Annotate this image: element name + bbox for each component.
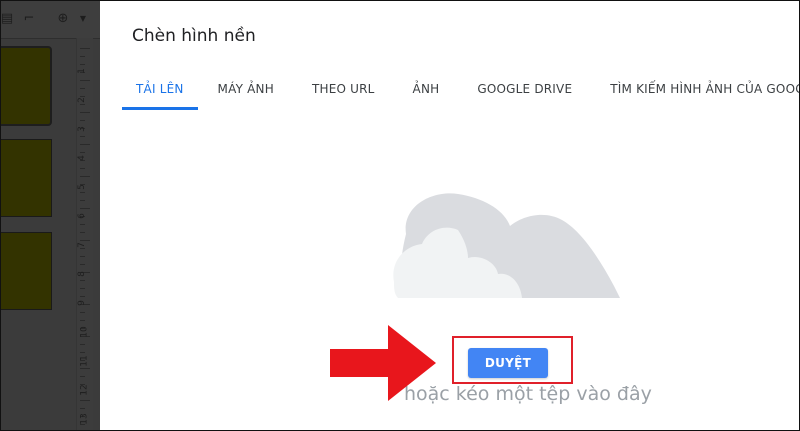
drop-hint: hoặc kéo một tệp vào đây <box>404 383 652 405</box>
ruler-number: 13 <box>79 413 90 425</box>
editor-toolbar: ▤ ⌐ ⊕ ▼ <box>0 0 100 39</box>
ruler-number: 9 <box>76 300 87 306</box>
ruler-tick <box>80 344 85 345</box>
ruler-number: 12 <box>79 384 90 396</box>
ruler-tick <box>80 288 85 289</box>
ruler-tick <box>80 192 85 193</box>
ruler-number: 4 <box>76 155 87 161</box>
tab-upload[interactable]: TẢI LÊN <box>122 80 198 110</box>
ruler-tick <box>80 408 85 409</box>
ruler-tick <box>80 88 85 89</box>
ruler-tick <box>80 112 90 113</box>
insert-background-dialog: Chèn hình nền TẢI LÊN MÁY ẢNH THEO URL Ả… <box>100 0 800 431</box>
ruler-number: 8 <box>76 271 87 277</box>
ruler-tick <box>80 376 85 377</box>
ruler-number: 6 <box>76 213 87 219</box>
highlight-box <box>452 336 573 384</box>
slide-thumbnails <box>0 38 62 431</box>
ruler-tick <box>80 280 85 281</box>
chevron-down-icon[interactable]: ▼ <box>76 12 90 26</box>
ruler-number: 7 <box>76 242 87 248</box>
vertical-ruler: 1 2 3 4 5 6 7 8 9 10 11 12 13 <box>76 38 93 431</box>
tab-google-drive[interactable]: GOOGLE DRIVE <box>477 80 572 110</box>
ruler-tick <box>80 312 85 313</box>
background-editor: ▤ ⌐ ⊕ ▼ 1 2 3 4 5 6 7 8 9 10 11 12 13 <box>0 0 100 431</box>
ruler-tick <box>80 208 90 209</box>
ruler-number: 3 <box>76 126 87 132</box>
ruler-tick <box>80 64 85 65</box>
ruler-tick <box>80 224 85 225</box>
dialog-title: Chèn hình nền <box>132 26 256 46</box>
slide-thumbnail[interactable] <box>0 139 52 217</box>
slide-thumbnail[interactable] <box>0 232 52 310</box>
tab-photos[interactable]: ẢNH <box>413 80 440 110</box>
ruler-tick <box>80 176 90 177</box>
ruler-tick <box>80 248 85 249</box>
ruler-tick <box>80 80 90 81</box>
ruler-number: 10 <box>79 326 90 338</box>
zoom-icon[interactable]: ⊕ <box>56 12 70 26</box>
dialog-tabs: TẢI LÊN MÁY ẢNH THEO URL ẢNH GOOGLE DRIV… <box>122 80 800 110</box>
ruler-tick <box>80 240 90 241</box>
ruler-number: 1 <box>76 68 87 74</box>
ruler-tick <box>80 168 85 169</box>
ruler-tick <box>80 320 85 321</box>
ruler-tick <box>80 352 85 353</box>
tab-by-url[interactable]: THEO URL <box>312 80 375 110</box>
ruler-tick <box>80 256 85 257</box>
ruler-tick <box>80 296 85 297</box>
paint-format-icon[interactable]: ⌐ <box>22 12 36 26</box>
ruler-tick <box>80 56 85 57</box>
ruler-tick <box>80 200 85 201</box>
ruler-tick <box>80 48 90 49</box>
ruler-tick <box>80 232 85 233</box>
ruler-tick <box>80 136 85 137</box>
ruler-number: 11 <box>79 355 90 367</box>
ruler-tick <box>80 152 85 153</box>
ruler-tick <box>80 400 90 401</box>
ruler-tick <box>80 144 90 145</box>
ruler-number: 5 <box>76 184 87 190</box>
ruler-number: 2 <box>76 97 87 103</box>
slide-thumbnail[interactable] <box>0 46 52 126</box>
ruler-tick <box>80 104 85 105</box>
red-arrow-icon <box>330 325 436 401</box>
ruler-tick <box>80 368 90 369</box>
cloud-icon <box>393 193 620 298</box>
ruler-tick <box>80 120 85 121</box>
tab-google-image-search[interactable]: TÌM KIẾM HÌNH ẢNH CỦA GOOGLE <box>610 80 800 110</box>
ruler-tick <box>80 264 85 265</box>
print-icon[interactable]: ▤ <box>0 12 14 26</box>
tab-camera[interactable]: MÁY ẢNH <box>218 80 274 110</box>
